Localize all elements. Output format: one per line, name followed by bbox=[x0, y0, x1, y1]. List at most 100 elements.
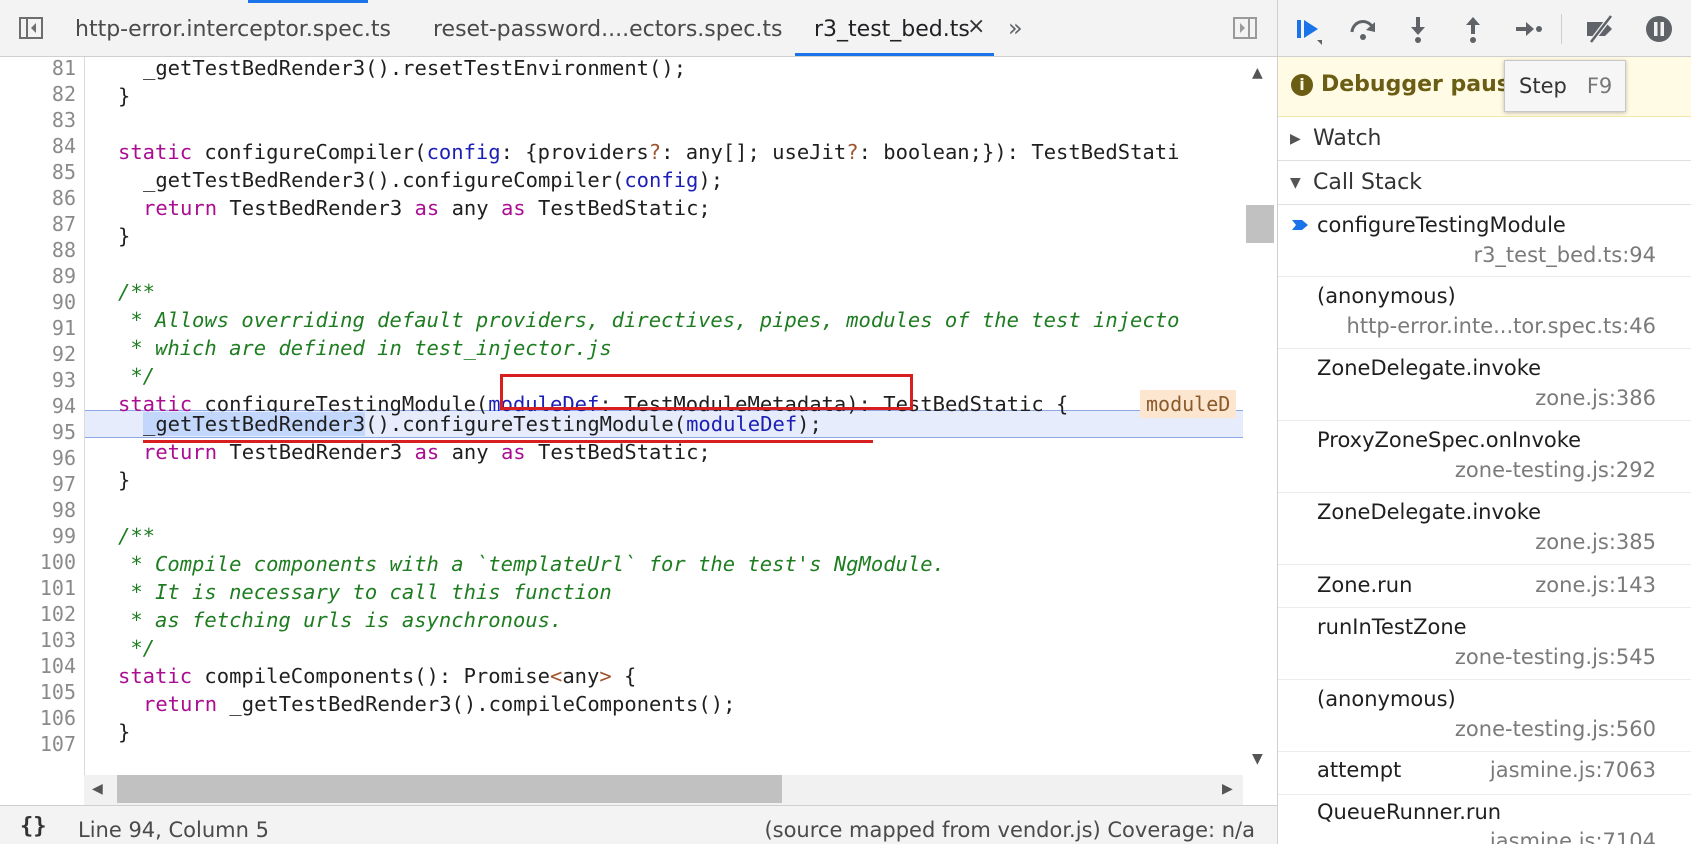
call-frame[interactable]: (anonymous) zone-testing.js:560 bbox=[1278, 680, 1691, 752]
call-frame[interactable]: configureTestingModule r3_test_bed.ts:94 bbox=[1278, 205, 1691, 277]
line-number-gutter[interactable]: 81 82 83 84 85 86 87 88 89 90 91 92 93 94 95 96 97 98 99 10… bbox=[0, 57, 85, 775]
code-line: */ bbox=[118, 636, 156, 660]
pause-on-exceptions-icon[interactable] bbox=[1642, 12, 1676, 46]
tooltip-shortcut: F9 bbox=[1586, 74, 1613, 98]
call-stack-label: Call Stack bbox=[1313, 170, 1422, 195]
line-number[interactable]: 92 bbox=[0, 340, 76, 368]
line-number[interactable]: 102 bbox=[0, 600, 76, 628]
step-into-icon[interactable] bbox=[1401, 12, 1435, 46]
frame-location: jasmine.js:7063 bbox=[1489, 758, 1656, 782]
sidebar-toggle-icon[interactable] bbox=[17, 14, 45, 42]
line-number[interactable]: 98 bbox=[0, 496, 76, 524]
frame-function: Zone.run bbox=[1317, 573, 1413, 597]
source-editor: http-error.interceptor.spec.ts reset-pas… bbox=[0, 0, 1277, 844]
debugger-toolbar bbox=[1278, 0, 1691, 57]
frame-location: r3_test_bed.ts:94 bbox=[1473, 243, 1656, 267]
line-number[interactable]: 97 bbox=[0, 470, 76, 498]
line-number[interactable]: 84 bbox=[0, 132, 76, 160]
call-frame[interactable]: ZoneDelegate.invoke zone.js:385 bbox=[1278, 493, 1691, 565]
frame-location: jasmine.js:7104 bbox=[1489, 829, 1656, 844]
scroll-up-icon[interactable]: ▲ bbox=[1252, 65, 1263, 81]
call-frame[interactable]: ZoneDelegate.invoke zone.js:386 bbox=[1278, 349, 1691, 421]
frame-location: zone.js:386 bbox=[1535, 386, 1656, 410]
line-number[interactable]: 90 bbox=[0, 288, 76, 316]
scroll-right-icon[interactable]: ▶ bbox=[1222, 781, 1233, 797]
call-frame[interactable]: Zone.run zone.js:143 bbox=[1278, 565, 1691, 608]
code-line: return TestBedRender3 as any as TestBedS… bbox=[143, 196, 711, 220]
line-number[interactable]: 100 bbox=[0, 548, 76, 576]
step-over-icon[interactable] bbox=[1346, 12, 1380, 46]
frame-location: zone-testing.js:545 bbox=[1454, 645, 1656, 669]
line-number[interactable]: 83 bbox=[0, 106, 76, 134]
line-number[interactable]: 94 bbox=[0, 392, 76, 420]
line-number[interactable]: 88 bbox=[0, 236, 76, 264]
line-number[interactable]: 105 bbox=[0, 678, 76, 706]
line-number[interactable]: 86 bbox=[0, 184, 76, 212]
code-line: } bbox=[118, 84, 131, 108]
frame-location: zone.js:385 bbox=[1535, 530, 1656, 554]
tab-label: reset-password....ectors.spec.ts bbox=[433, 17, 783, 42]
inline-variable-value: moduleD bbox=[1140, 390, 1237, 418]
line-number[interactable]: 89 bbox=[0, 262, 76, 290]
more-tabs-icon[interactable]: » bbox=[1008, 14, 1023, 42]
watch-section-header[interactable]: ▶ Watch bbox=[1278, 117, 1691, 161]
call-frame[interactable]: attempt jasmine.js:7063 bbox=[1278, 752, 1691, 795]
frame-function: attempt bbox=[1317, 758, 1402, 782]
code-line-current: _getTestBedRender3().configureTestingMod… bbox=[143, 412, 822, 436]
code-line: */ bbox=[118, 364, 156, 388]
line-number[interactable]: 85 bbox=[0, 158, 76, 186]
frame-function: ZoneDelegate.invoke bbox=[1317, 500, 1542, 524]
step-icon[interactable] bbox=[1511, 12, 1545, 46]
horizontal-scroll-thumb[interactable] bbox=[117, 775, 782, 803]
resume-icon[interactable] bbox=[1291, 12, 1325, 46]
line-number[interactable]: 99 bbox=[0, 522, 76, 550]
tab-http-error-interceptor[interactable]: http-error.interceptor.spec.ts bbox=[75, 0, 391, 56]
scroll-left-icon[interactable]: ◀ bbox=[92, 781, 103, 797]
line-number[interactable]: 107 bbox=[0, 730, 76, 758]
step-tooltip: Step F9 bbox=[1504, 60, 1626, 112]
status-bar: {} Line 94, Column 5 (source mapped from… bbox=[0, 805, 1277, 844]
pretty-print-icon[interactable]: {} bbox=[20, 814, 47, 839]
frame-function: (anonymous) bbox=[1317, 284, 1456, 308]
close-icon[interactable]: × bbox=[967, 16, 989, 38]
line-number[interactable]: 104 bbox=[0, 652, 76, 680]
code-area[interactable]: 81 82 83 84 85 86 87 88 89 90 91 92 93 94 95 96 97 98 99 10… bbox=[0, 57, 1243, 775]
tab-reset-password[interactable]: reset-password....ectors.spec.ts bbox=[433, 0, 782, 56]
line-number[interactable]: 95 bbox=[0, 418, 76, 446]
sidebar-right-toggle-icon[interactable] bbox=[1231, 14, 1259, 42]
scroll-down-icon[interactable]: ▼ bbox=[1252, 751, 1263, 767]
line-number[interactable]: 96 bbox=[0, 444, 76, 472]
frame-function: (anonymous) bbox=[1317, 687, 1456, 711]
active-tab-indicator bbox=[795, 53, 994, 56]
line-number[interactable]: 101 bbox=[0, 574, 76, 602]
frame-function: configureTestingModule bbox=[1317, 213, 1566, 237]
call-frame[interactable]: ProxyZoneSpec.onInvoke zone-testing.js:2… bbox=[1278, 421, 1691, 493]
call-frame[interactable]: runInTestZone zone-testing.js:545 bbox=[1278, 608, 1691, 680]
tab-label: r3_test_bed.ts bbox=[814, 17, 970, 42]
line-number[interactable]: 87 bbox=[0, 210, 76, 238]
code-line: * It is necessary to call this function bbox=[118, 580, 612, 604]
line-number[interactable]: 93 bbox=[0, 366, 76, 394]
watch-label: Watch bbox=[1313, 126, 1382, 151]
line-number[interactable]: 103 bbox=[0, 626, 76, 654]
code-line: * as fetching urls is asynchronous. bbox=[118, 608, 563, 632]
code-line: * Compile components with a `templateUrl… bbox=[118, 552, 945, 576]
call-stack-section-header[interactable]: ▼ Call Stack bbox=[1278, 161, 1691, 205]
vertical-scrollbar[interactable]: ▲ ▼ bbox=[1243, 57, 1277, 775]
line-number[interactable]: 82 bbox=[0, 80, 76, 108]
call-frame[interactable]: QueueRunner.run jasmine.js:7104 bbox=[1278, 795, 1691, 844]
code-line: } bbox=[118, 720, 131, 744]
code-line: * which are defined in test_injector.js bbox=[118, 336, 612, 360]
step-out-icon[interactable] bbox=[1456, 12, 1490, 46]
line-number[interactable]: 106 bbox=[0, 704, 76, 732]
tab-r3-test-bed[interactable]: r3_test_bed.ts bbox=[814, 0, 970, 56]
code-line: /** bbox=[118, 280, 156, 304]
chevron-down-icon: ▼ bbox=[1290, 175, 1301, 191]
line-number[interactable]: 91 bbox=[0, 314, 76, 342]
tab-label: http-error.interceptor.spec.ts bbox=[75, 17, 391, 42]
vertical-scroll-thumb[interactable] bbox=[1246, 205, 1274, 243]
tooltip-label: Step bbox=[1519, 74, 1567, 98]
deactivate-breakpoints-icon[interactable] bbox=[1583, 12, 1617, 46]
call-frame[interactable]: (anonymous) http-error.inte...tor.spec.t… bbox=[1278, 277, 1691, 349]
line-number[interactable]: 81 bbox=[0, 57, 76, 82]
